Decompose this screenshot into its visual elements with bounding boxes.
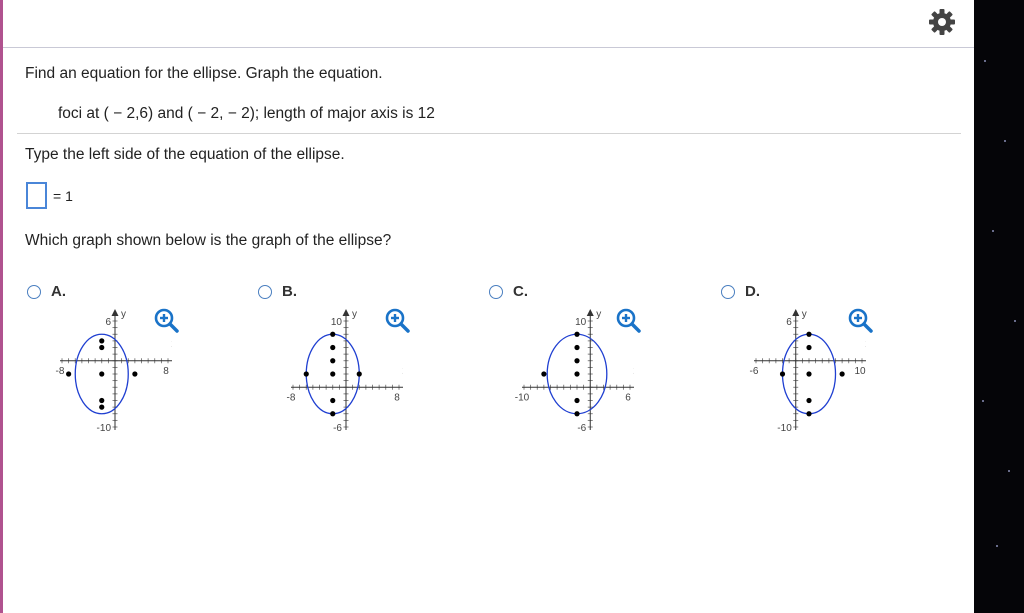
- y-max-label: 6: [786, 317, 792, 328]
- question-instruction: Find an equation for the ellipse. Graph …: [25, 65, 383, 82]
- header-divider: [3, 47, 974, 48]
- y-max-label: 6: [105, 317, 111, 328]
- y-axis-arrow: [792, 309, 800, 316]
- x-axis-label: x: [172, 339, 173, 350]
- option-b-radio[interactable]: [258, 285, 272, 299]
- y-axis-arrow: [342, 309, 350, 316]
- option-c-radio[interactable]: [489, 285, 503, 299]
- graph-point: [356, 371, 362, 377]
- graph-point: [806, 344, 812, 351]
- y-axis-arrow: [111, 309, 119, 316]
- graph-point: [330, 397, 336, 404]
- graph-point: [99, 338, 105, 344]
- y-min-label: -6: [333, 423, 342, 434]
- graph-point: [806, 397, 812, 404]
- option-a-graph: 6 -10 -8 8 y x: [56, 309, 173, 434]
- option-b-graph: 10 -6 -8 8 y x: [287, 309, 404, 434]
- option-c-label: C.: [513, 283, 528, 300]
- y-axis-arrow: [586, 309, 594, 316]
- part2-prompt: Which graph shown below is the graph of …: [25, 232, 392, 249]
- x-min-label: -6: [750, 366, 759, 377]
- option-d-radio[interactable]: [721, 285, 735, 299]
- x-axis-label: x: [403, 365, 404, 376]
- graph-point: [574, 331, 580, 337]
- y-axis-label: y: [596, 309, 601, 320]
- graph-point: [330, 344, 336, 351]
- x-axis-label: x: [634, 365, 635, 376]
- graph-point: [330, 371, 336, 377]
- y-axis-label: y: [121, 309, 126, 320]
- graph-point: [330, 331, 336, 337]
- option-a-radio[interactable]: [27, 285, 41, 299]
- x-axis-label: x: [866, 339, 867, 350]
- graph-point: [574, 397, 580, 404]
- graph-point: [574, 371, 580, 377]
- y-axis-label: y: [802, 309, 807, 320]
- option-b-label: B.: [282, 283, 297, 300]
- y-min-label: -10: [97, 423, 112, 434]
- question-panel: Find an equation for the ellipse. Graph …: [0, 0, 974, 613]
- x-max-label: 6: [625, 392, 631, 403]
- y-max-label: 10: [331, 317, 343, 328]
- x-max-label: 10: [854, 366, 866, 377]
- graph-point: [66, 371, 72, 377]
- x-max-label: 8: [163, 366, 169, 377]
- equation-answer-input[interactable]: [26, 182, 47, 209]
- graph-point: [99, 371, 105, 377]
- option-d-graph: 6 -10 -6 10 y x: [750, 309, 867, 434]
- y-min-label: -10: [777, 423, 792, 434]
- option-a-label: A.: [51, 283, 66, 300]
- graph-point: [574, 411, 580, 417]
- graph-point: [99, 404, 105, 410]
- equals-one-label: = 1: [53, 188, 73, 204]
- x-min-label: -10: [515, 392, 530, 403]
- part1-prompt: Type the left side of the equation of th…: [25, 146, 345, 163]
- graph-point: [99, 397, 105, 404]
- graph-point: [574, 358, 580, 364]
- x-max-label: 8: [394, 392, 400, 403]
- graph-point: [330, 358, 336, 364]
- option-c-graph: 10 -6 -10 6 y x: [515, 309, 635, 434]
- graph-point: [779, 371, 786, 377]
- question-divider: [17, 133, 961, 134]
- graph-point: [806, 411, 812, 417]
- graph-point: [303, 371, 309, 377]
- question-given: foci at ( − 2,6) and ( − 2, − 2); length…: [58, 105, 435, 122]
- graph-point: [839, 371, 845, 377]
- background-starfield: [974, 0, 1024, 613]
- graph-point: [541, 371, 547, 377]
- graph-point: [99, 344, 105, 351]
- graph-point: [330, 411, 336, 417]
- x-min-label: -8: [287, 392, 296, 403]
- y-min-label: -6: [577, 423, 586, 434]
- y-axis-label: y: [352, 309, 357, 320]
- graph-point: [574, 344, 580, 351]
- x-min-label: -8: [56, 366, 65, 377]
- left-border: [0, 0, 3, 613]
- graph-point: [806, 331, 812, 337]
- y-max-label: 10: [575, 317, 587, 328]
- graph-point: [806, 371, 812, 377]
- gear-icon[interactable]: [927, 7, 957, 37]
- graph-point: [132, 371, 138, 377]
- option-d-label: D.: [745, 283, 760, 300]
